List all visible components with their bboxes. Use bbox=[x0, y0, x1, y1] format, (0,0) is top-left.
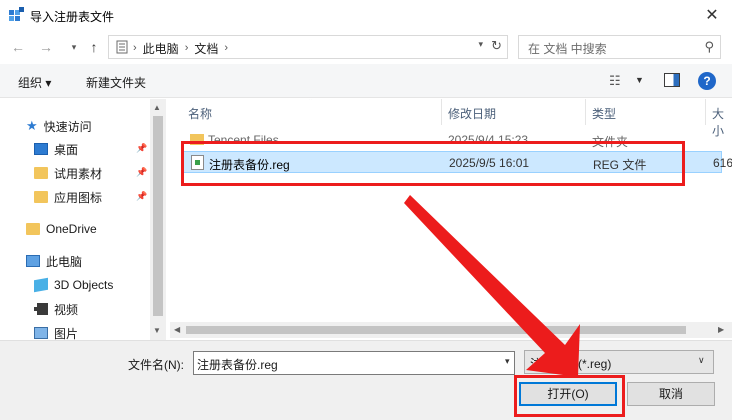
cancel-button[interactable]: 取消 bbox=[627, 382, 715, 406]
breadcrumb-separator-icon: › bbox=[224, 42, 229, 54]
filename-label: 文件名(N): bbox=[128, 358, 184, 372]
column-divider[interactable] bbox=[441, 99, 442, 125]
column-header-row: ⌃ 名称 修改日期 类型 大小 bbox=[170, 99, 732, 138]
horizontal-scroll-thumb[interactable] bbox=[186, 326, 686, 334]
scroll-down-icon[interactable]: ▼ bbox=[153, 326, 161, 335]
sidebar-item-label: 应用图标 bbox=[54, 190, 103, 205]
sidebar-scroll-thumb[interactable] bbox=[153, 116, 163, 316]
sidebar-item-quick-access[interactable]: ★ 快速访问 bbox=[26, 115, 92, 137]
sort-ascending-icon: ⌃ bbox=[307, 99, 314, 105]
sidebar-item-trial-materials[interactable]: 试用素材 bbox=[34, 162, 102, 184]
cube-icon bbox=[34, 277, 48, 293]
chevron-down-icon[interactable]: ▼ bbox=[635, 75, 644, 85]
back-arrow-icon[interactable]: ← bbox=[8, 36, 28, 58]
sidebar-item-label: 试用素材 bbox=[54, 166, 103, 181]
sidebar-item-label: 快速访问 bbox=[43, 119, 92, 134]
up-arrow-icon[interactable]: ↑ bbox=[84, 36, 104, 58]
video-icon bbox=[34, 303, 48, 315]
search-placeholder: 在 文档 中搜索 bbox=[528, 42, 607, 56]
command-bar: 组织 ▾ 新建文件夹 ☷ ▼ ? bbox=[0, 64, 732, 98]
search-input[interactable]: 在 文档 中搜索 ⚲ bbox=[518, 35, 721, 59]
scroll-left-icon[interactable]: ◀ bbox=[174, 325, 180, 334]
recent-locations-chevron-icon[interactable]: ▾ bbox=[64, 36, 84, 58]
chevron-down-icon[interactable]: ∨ bbox=[698, 355, 705, 366]
pin-icon: 📌 bbox=[136, 143, 148, 153]
registry-app-icon bbox=[9, 7, 24, 21]
column-name[interactable]: 名称 bbox=[188, 105, 212, 122]
window-title: 导入注册表文件 bbox=[30, 10, 115, 24]
sidebar-item-label: 3D Objects bbox=[54, 278, 114, 292]
column-divider[interactable] bbox=[705, 99, 706, 125]
breadcrumb: › 此电脑 › 文档 › bbox=[133, 40, 228, 56]
pin-icon: 📌 bbox=[136, 191, 148, 201]
folder-icon bbox=[34, 191, 48, 203]
close-icon[interactable]: ✕ bbox=[702, 6, 722, 26]
filetype-select[interactable]: 注册文件(*.reg) bbox=[524, 350, 714, 374]
column-modified[interactable]: 修改日期 bbox=[448, 105, 496, 122]
breadcrumb-separator-icon: › bbox=[133, 42, 137, 54]
preview-pane-icon[interactable] bbox=[664, 73, 680, 87]
sidebar-item-videos[interactable]: 视频 bbox=[34, 298, 78, 320]
search-icon[interactable]: ⚲ bbox=[704, 39, 714, 55]
title-bar: 导入注册表文件 ✕ bbox=[0, 0, 732, 32]
highlight-box-open-button bbox=[514, 375, 625, 417]
sidebar-item-label: 桌面 bbox=[54, 142, 79, 157]
breadcrumb-separator-icon: › bbox=[184, 42, 189, 54]
refresh-icon[interactable]: ↻ bbox=[491, 38, 502, 54]
breadcrumb-documents[interactable]: 文档 bbox=[194, 40, 218, 57]
scroll-right-icon[interactable]: ▶ bbox=[718, 325, 724, 334]
sidebar-item-label: 图片 bbox=[54, 326, 79, 341]
organize-button[interactable]: 组织 ▾ bbox=[18, 74, 51, 91]
breadcrumb-this-pc[interactable]: 此电脑 bbox=[143, 40, 179, 57]
forward-arrow-icon[interactable]: → bbox=[36, 36, 56, 58]
help-icon[interactable]: ? bbox=[698, 72, 716, 90]
computer-icon bbox=[26, 255, 40, 267]
documents-icon bbox=[116, 40, 128, 54]
file-list: ⌃ 名称 修改日期 类型 大小 Tencent Files 2025/9/4 1… bbox=[170, 99, 732, 340]
address-dropdown-icon[interactable]: ▾ bbox=[478, 39, 483, 50]
chevron-down-icon[interactable]: ▾ bbox=[505, 356, 510, 367]
sidebar-item-app-icons[interactable]: 应用图标 bbox=[34, 186, 102, 208]
desktop-icon bbox=[34, 143, 48, 155]
sidebar-item-label: 视频 bbox=[54, 302, 79, 317]
star-icon: ★ bbox=[26, 118, 38, 133]
sidebar-item-pictures[interactable]: 图片 bbox=[34, 322, 78, 340]
folder-icon bbox=[34, 167, 48, 179]
sidebar-item-label: 此电脑 bbox=[46, 254, 83, 269]
highlight-box-selected-file bbox=[181, 141, 685, 186]
sidebar-item-label: OneDrive bbox=[46, 222, 97, 236]
file-size: 616 bbox=[713, 156, 732, 170]
sidebar-item-onedrive[interactable]: OneDrive bbox=[26, 218, 97, 240]
filename-field[interactable]: 注册表备份.reg bbox=[193, 351, 515, 375]
cloud-folder-icon bbox=[26, 223, 40, 235]
horizontal-scrollbar[interactable]: ◀ ▶ bbox=[170, 322, 732, 338]
new-folder-button[interactable]: 新建文件夹 bbox=[86, 74, 146, 91]
column-divider[interactable] bbox=[585, 99, 586, 125]
navigation-pane: ★ 快速访问 桌面 📌 试用素材 📌 应用图标 📌 OneDrive 此电脑 3… bbox=[0, 99, 166, 340]
pin-icon: 📌 bbox=[136, 167, 148, 177]
address-bar[interactable]: › 此电脑 › 文档 › ▾ ↻ bbox=[108, 35, 508, 59]
sidebar-item-3d-objects[interactable]: 3D Objects bbox=[34, 274, 113, 296]
sidebar-item-this-pc[interactable]: 此电脑 bbox=[26, 250, 82, 272]
column-type[interactable]: 类型 bbox=[592, 105, 616, 122]
view-options-icon[interactable]: ☷ bbox=[609, 73, 621, 89]
sidebar-item-desktop[interactable]: 桌面 bbox=[34, 138, 78, 160]
scroll-up-icon[interactable]: ▲ bbox=[153, 103, 161, 112]
image-icon bbox=[34, 327, 48, 339]
